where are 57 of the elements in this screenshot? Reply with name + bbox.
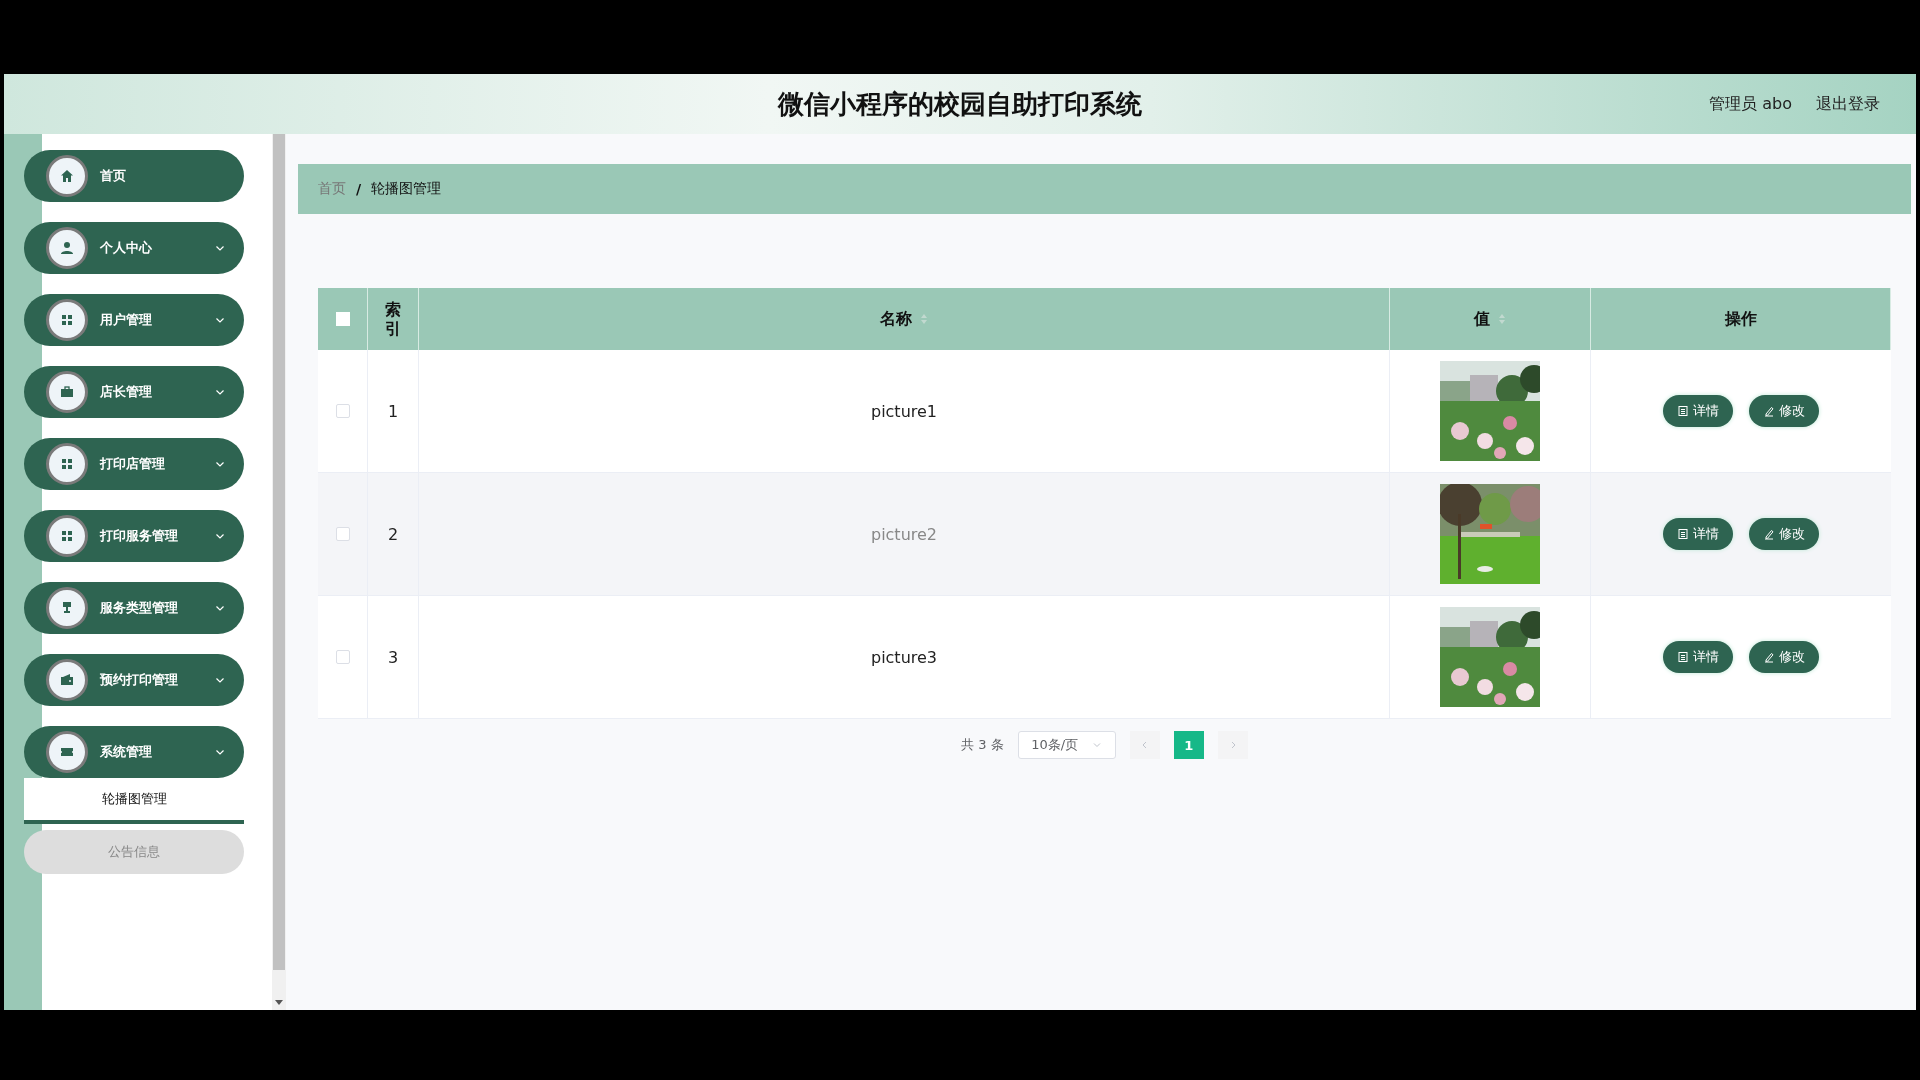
scroll-down-icon[interactable] (275, 1000, 283, 1006)
breadcrumb-separator: / (356, 181, 362, 197)
total-count: 共 3 条 (961, 736, 1004, 754)
sidebar-item[interactable]: 店长管理 (24, 366, 244, 418)
wallet-icon (46, 659, 88, 701)
grid-icon (46, 515, 88, 557)
sort-icon[interactable] (920, 313, 928, 325)
sort-icon[interactable] (1498, 313, 1506, 325)
sidebar-item[interactable]: 首页 (24, 150, 244, 202)
ticket-icon (46, 731, 88, 773)
scrollbar[interactable] (272, 134, 286, 1010)
current-page-label: 轮播图管理 (371, 180, 442, 198)
column-header: 值 (1474, 308, 1490, 330)
row-checkbox[interactable] (335, 650, 350, 664)
page-size-select[interactable]: 10条/页 (1017, 731, 1116, 759)
document-icon (1677, 405, 1689, 417)
bag-icon (46, 371, 88, 413)
details-button[interactable]: 详情 (1663, 518, 1733, 550)
stamp-icon (46, 587, 88, 629)
app-title: 微信小程序的校园自助打印系统 (778, 87, 1142, 121)
sidebar-item[interactable]: 打印服务管理 (24, 510, 244, 562)
document-icon (1677, 651, 1689, 663)
logout-link[interactable]: 退出登录 (1816, 93, 1880, 115)
sidebar-item[interactable]: 个人中心 (24, 222, 244, 274)
chevron-icon (1092, 740, 1103, 750)
name-text: picture1 (870, 401, 938, 421)
name-text: picture3 (870, 647, 938, 667)
edit-button[interactable]: 修改 (1749, 395, 1819, 427)
pencil-icon (1763, 528, 1775, 540)
name-text: picture2 (870, 524, 938, 544)
sidebar-item[interactable]: 预约打印管理 (24, 654, 244, 706)
grid-icon (46, 443, 88, 485)
grid-icon (46, 299, 88, 341)
person-icon (46, 227, 88, 269)
index-text: 2 (387, 524, 399, 544)
row-checkbox[interactable] (335, 404, 350, 418)
column-header: 操作 (1724, 308, 1757, 330)
index-text: 3 (387, 647, 399, 667)
column-header: 索引 (385, 299, 401, 339)
sidebar-item[interactable]: 打印店管理 (24, 438, 244, 490)
pencil-icon (1763, 651, 1775, 663)
column-header: 名称 (880, 308, 912, 330)
edit-button[interactable]: 修改 (1749, 641, 1819, 673)
edit-button[interactable]: 修改 (1749, 518, 1819, 550)
sidebar-item[interactable]: 用户管理 (24, 294, 244, 346)
row-checkbox[interactable] (335, 527, 350, 541)
sidebar-item[interactable]: 服务类型管理 (24, 582, 244, 634)
details-button[interactable]: 详情 (1663, 395, 1733, 427)
pencil-icon (1763, 405, 1775, 417)
home-icon (46, 155, 88, 197)
document-icon (1677, 528, 1689, 540)
details-button[interactable]: 详情 (1663, 641, 1733, 673)
submenu-item[interactable]: 轮播图管理 (24, 778, 244, 824)
select-all-checkbox[interactable] (335, 312, 350, 326)
index-text: 1 (387, 401, 399, 421)
user-label: 管理员 abo (1709, 93, 1792, 115)
sidebar-item[interactable]: 系统管理 (24, 726, 244, 778)
